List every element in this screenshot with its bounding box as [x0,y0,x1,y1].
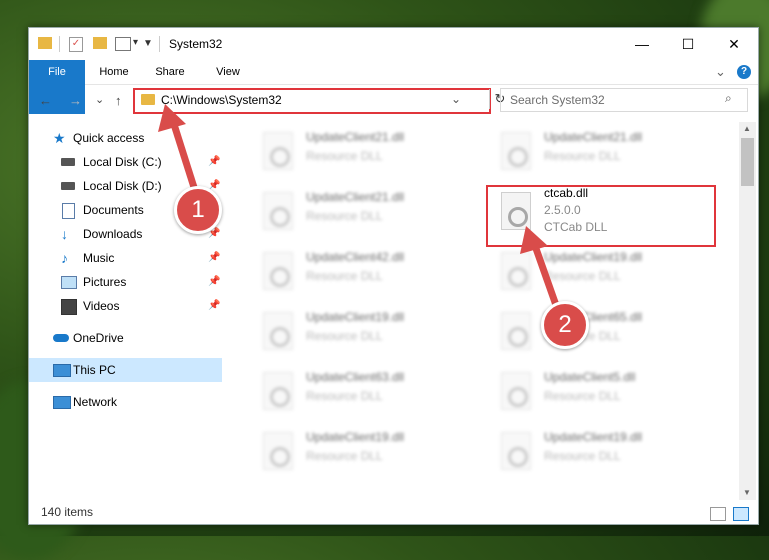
arrow-2-head [520,226,548,254]
step-badge-1: 1 [174,186,222,234]
step-badge-2: 2 [541,301,589,349]
arrow-2-shaft [529,238,561,310]
annotation-overlay [158,104,561,310]
arrow-1-head [158,104,186,132]
